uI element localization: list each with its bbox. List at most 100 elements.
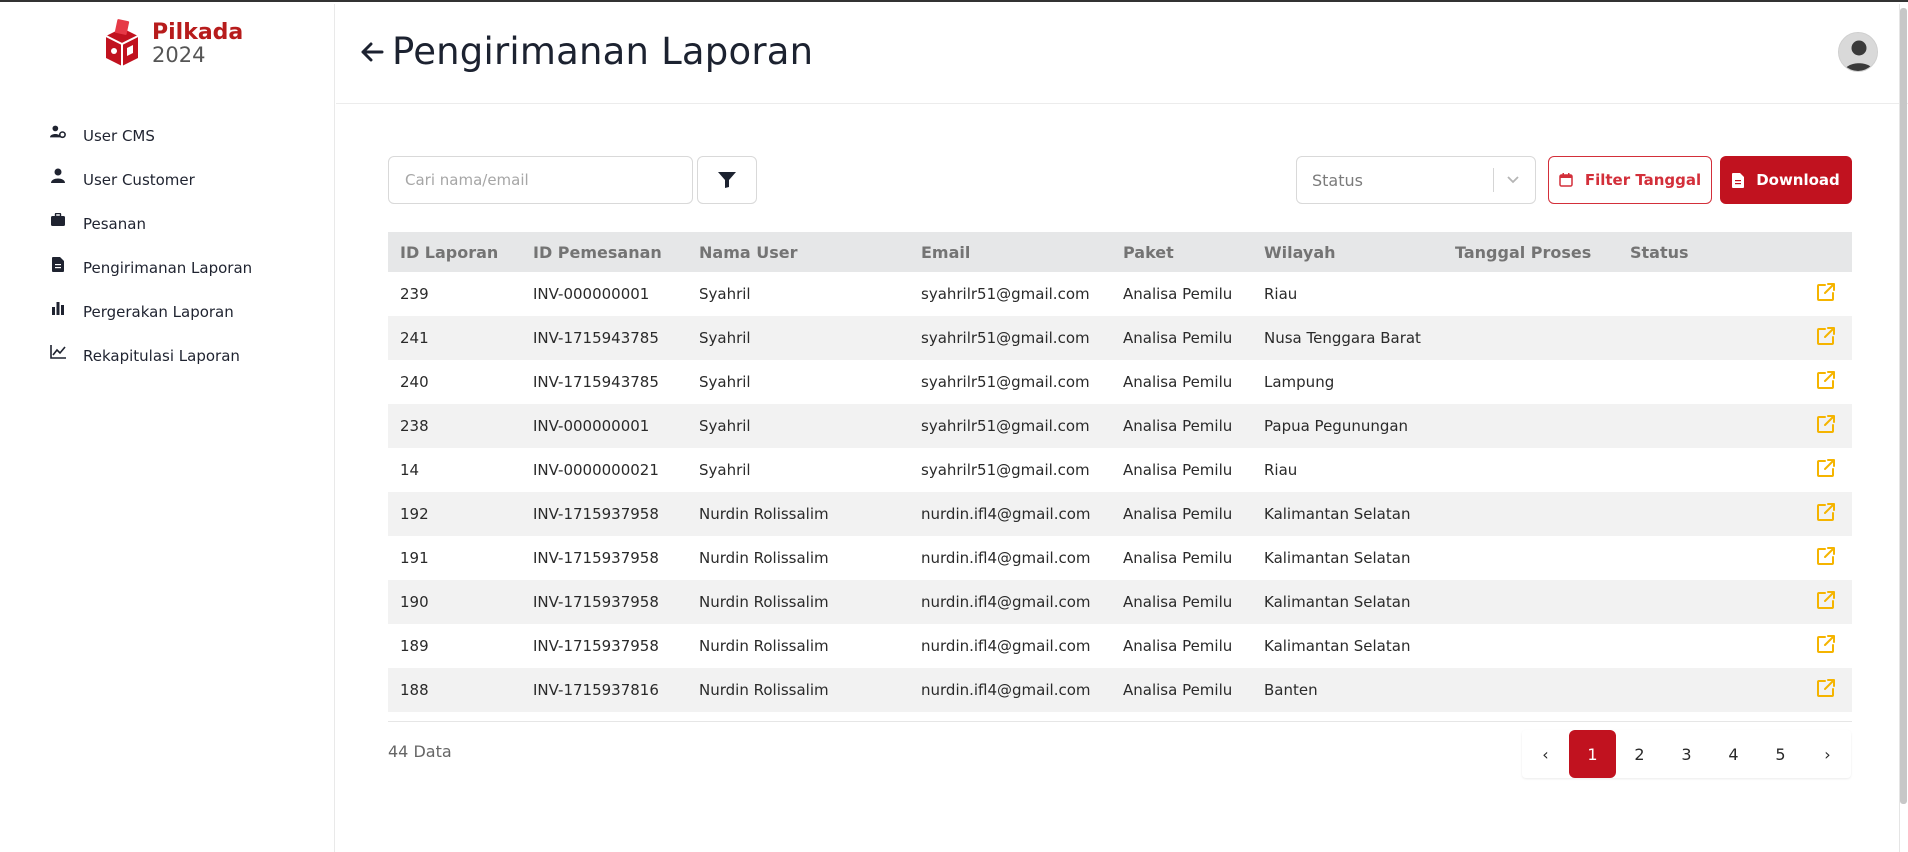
sidebar-item-user-cms[interactable]: User CMS <box>50 114 252 158</box>
external-link-icon[interactable] <box>1816 458 1836 478</box>
pagination-page-button[interactable]: 2 <box>1616 730 1663 778</box>
cell-status <box>1618 360 1738 404</box>
user-avatar-icon <box>1839 33 1877 71</box>
external-link-icon[interactable] <box>1816 326 1836 346</box>
external-link-icon[interactable] <box>1816 282 1836 302</box>
sidebar-item-rekapitulasi-laporan[interactable]: Rekapitulasi Laporan <box>50 334 252 378</box>
logo[interactable]: Pilkada 2024 <box>100 18 243 70</box>
scrollbar-thumb[interactable] <box>1900 8 1907 804</box>
column-header-status[interactable]: Status <box>1618 232 1738 272</box>
table-row: 241 INV-1715943785 Syahril syahrilr51@gmail… <box>388 316 1852 360</box>
cell-tanggal-proses <box>1443 536 1618 580</box>
pagination-page-button[interactable]: 5 <box>1757 730 1804 778</box>
column-header-wilayah[interactable]: Wilayah <box>1252 232 1443 272</box>
sidebar: Pilkada 2024 User CMS User Customer Pesa… <box>0 4 335 852</box>
cell-paket: Analisa Pemilu <box>1123 285 1233 303</box>
cell-wilayah: Kalimantan Selatan <box>1264 549 1411 567</box>
page-header: Pengirimanan Laporan <box>336 4 1908 104</box>
cell-tanggal-proses <box>1443 404 1618 448</box>
external-link-icon[interactable] <box>1816 634 1836 654</box>
cell-email: nurdin.ifl4@gmail.com <box>921 681 1091 699</box>
cell-wilayah: Kalimantan Selatan <box>1264 593 1411 611</box>
external-link-icon[interactable] <box>1816 502 1836 522</box>
cell-action <box>1738 316 1852 360</box>
cell-status <box>1618 536 1738 580</box>
cell-nama-user: Syahril <box>699 417 751 435</box>
cell-id-pemesanan: INV-0000000021 <box>533 461 659 479</box>
pagination-page-button[interactable]: 3 <box>1663 730 1710 778</box>
sidebar-item-pengirimanan-laporan[interactable]: Pengirimanan Laporan <box>50 246 252 290</box>
avatar[interactable] <box>1838 32 1878 72</box>
cell-tanggal-proses <box>1443 580 1618 624</box>
cell-action <box>1738 360 1852 404</box>
reports-table: ID Laporan ID Pemesanan Nama User Email … <box>388 232 1852 712</box>
table-row: 190 INV-1715937958 Nurdin Rolissalim nurdin… <box>388 580 1852 624</box>
briefcase-icon <box>50 212 66 228</box>
pagination-page-button[interactable]: 1 <box>1569 730 1616 778</box>
external-link-icon[interactable] <box>1816 678 1836 698</box>
pagination-next-button[interactable]: › <box>1804 730 1851 778</box>
sidebar-item-user-customer[interactable]: User Customer <box>50 158 252 202</box>
download-button[interactable]: Download <box>1720 156 1852 204</box>
filter-button[interactable] <box>697 156 757 204</box>
cell-paket: Analisa Pemilu <box>1123 681 1233 699</box>
column-header-id-laporan[interactable]: ID Laporan <box>388 232 521 272</box>
table-row: 14 INV-0000000021 Syahril syahrilr51@gmail.… <box>388 448 1852 492</box>
cell-id-laporan: 189 <box>400 637 429 655</box>
cell-status <box>1618 316 1738 360</box>
cell-action <box>1738 668 1852 712</box>
scrollbar[interactable] <box>1899 4 1908 852</box>
cell-status <box>1618 272 1738 316</box>
cell-wilayah: Riau <box>1264 285 1298 303</box>
sidebar-item-label: User Customer <box>83 171 195 189</box>
cell-status <box>1618 492 1738 536</box>
cell-wilayah: Kalimantan Selatan <box>1264 637 1411 655</box>
pagination-prev-button[interactable]: ‹ <box>1522 730 1569 778</box>
cell-email: nurdin.ifl4@gmail.com <box>921 637 1091 655</box>
filter-date-button[interactable]: Filter Tanggal <box>1548 156 1712 204</box>
search-input[interactable] <box>388 156 693 204</box>
line-chart-icon <box>50 344 66 360</box>
pagination-page-button[interactable]: 4 <box>1710 730 1757 778</box>
external-link-icon[interactable] <box>1816 370 1836 390</box>
pagination: ‹ 1 2 3 4 5 › <box>1522 730 1851 778</box>
table-header-row: ID Laporan ID Pemesanan Nama User Email … <box>388 232 1852 272</box>
cell-nama-user: Syahril <box>699 373 751 391</box>
column-header-tanggal-proses[interactable]: Tanggal Proses <box>1443 232 1618 272</box>
external-link-icon[interactable] <box>1816 590 1836 610</box>
external-link-icon[interactable] <box>1816 414 1836 434</box>
cell-wilayah: Lampung <box>1264 373 1335 391</box>
cell-tanggal-proses <box>1443 360 1618 404</box>
table-row: 189 INV-1715937958 Nurdin Rolissalim nurdin… <box>388 624 1852 668</box>
cell-status <box>1618 580 1738 624</box>
column-header-email[interactable]: Email <box>909 232 1111 272</box>
cell-paket: Analisa Pemilu <box>1123 549 1233 567</box>
status-select[interactable]: Status <box>1296 156 1536 204</box>
back-arrow-icon[interactable] <box>358 38 386 66</box>
select-separator <box>1493 168 1494 192</box>
cell-id-laporan: 238 <box>400 417 429 435</box>
cell-wilayah: Riau <box>1264 461 1298 479</box>
column-header-nama-user[interactable]: Nama User <box>687 232 909 272</box>
cell-wilayah: Kalimantan Selatan <box>1264 505 1411 523</box>
cell-email: syahrilr51@gmail.com <box>921 461 1090 479</box>
cell-email: syahrilr51@gmail.com <box>921 285 1090 303</box>
cell-tanggal-proses <box>1443 624 1618 668</box>
column-header-id-pemesanan[interactable]: ID Pemesanan <box>521 232 687 272</box>
cell-id-pemesanan: INV-1715937816 <box>533 681 659 699</box>
cell-action <box>1738 624 1852 668</box>
table-row: 192 INV-1715937958 Nurdin Rolissalim nurdin… <box>388 492 1852 536</box>
external-link-icon[interactable] <box>1816 546 1836 566</box>
cell-nama-user: Nurdin Rolissalim <box>699 505 829 523</box>
cell-id-pemesanan: INV-1715943785 <box>533 329 659 347</box>
cell-tanggal-proses <box>1443 448 1618 492</box>
column-header-paket[interactable]: Paket <box>1111 232 1252 272</box>
sidebar-item-pesanan[interactable]: Pesanan <box>50 202 252 246</box>
cell-id-pemesanan: INV-1715943785 <box>533 373 659 391</box>
cell-nama-user: Nurdin Rolissalim <box>699 593 829 611</box>
sidebar-item-pergerakan-laporan[interactable]: Pergerakan Laporan <box>50 290 252 334</box>
bar-chart-icon <box>50 300 66 316</box>
file-icon <box>50 256 66 272</box>
filter-icon <box>718 172 736 188</box>
cell-id-pemesanan: INV-1715937958 <box>533 593 659 611</box>
